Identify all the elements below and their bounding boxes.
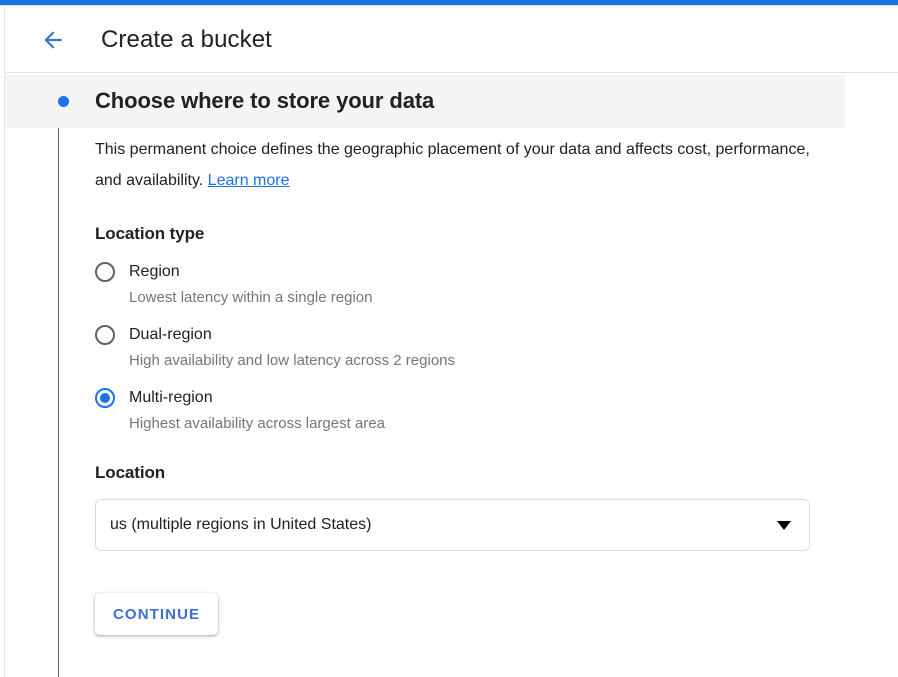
location-type-radio-group: Region Lowest latency within a single re… — [95, 260, 855, 435]
radio-sublabel-multi-region: Highest availability across largest area — [129, 415, 385, 432]
radio-option-region[interactable]: Region Lowest latency within a single re… — [95, 260, 855, 309]
learn-more-link[interactable]: Learn more — [208, 172, 290, 189]
radio-icon-dual-region[interactable] — [95, 325, 115, 345]
location-select-value: us (multiple regions in United States) — [110, 516, 372, 533]
radio-label-region: Region — [129, 263, 180, 280]
location-select-wrap: us (multiple regions in United States) — [95, 499, 855, 551]
radio-texts-region: Region Lowest latency within a single re… — [129, 260, 372, 309]
step-content: This permanent choice defines the geogra… — [95, 128, 855, 635]
actions-row: CONTINUE — [95, 593, 855, 635]
step-title: Choose where to store your data — [95, 88, 435, 113]
radio-texts-multi-region: Multi-region Highest availability across… — [129, 386, 385, 435]
step-bullet-icon — [57, 95, 69, 107]
location-type-label: Location type — [95, 224, 205, 243]
step-header-band[interactable]: Choose where to store your data — [5, 74, 845, 128]
arrow-left-icon — [40, 27, 66, 53]
step-description-text: This permanent choice defines the geogra… — [95, 141, 810, 189]
radio-option-multi-region[interactable]: Multi-region Highest availability across… — [95, 386, 855, 435]
radio-label-dual-region: Dual-region — [129, 326, 212, 343]
location-label: Location — [95, 463, 166, 482]
radio-icon-region[interactable] — [95, 262, 115, 282]
radio-icon-multi-region[interactable] — [95, 388, 115, 408]
stepper-rail — [58, 128, 59, 677]
page-header: Create a bucket — [5, 7, 898, 73]
radio-sublabel-region: Lowest latency within a single region — [129, 289, 373, 306]
chevron-down-icon[interactable] — [777, 520, 791, 530]
radio-option-dual-region[interactable]: Dual-region High availability and low la… — [95, 323, 855, 372]
back-button[interactable] — [33, 20, 73, 60]
continue-button[interactable]: CONTINUE — [95, 593, 219, 635]
step-bullet-wrap — [33, 95, 93, 107]
page-title: Create a bucket — [101, 25, 272, 53]
radio-label-multi-region: Multi-region — [129, 389, 213, 406]
radio-texts-dual-region: Dual-region High availability and low la… — [129, 323, 455, 372]
step-description: This permanent choice defines the geogra… — [95, 134, 810, 196]
location-select[interactable]: us (multiple regions in United States) — [95, 499, 810, 551]
radio-sublabel-dual-region: High availability and low latency across… — [129, 352, 456, 369]
